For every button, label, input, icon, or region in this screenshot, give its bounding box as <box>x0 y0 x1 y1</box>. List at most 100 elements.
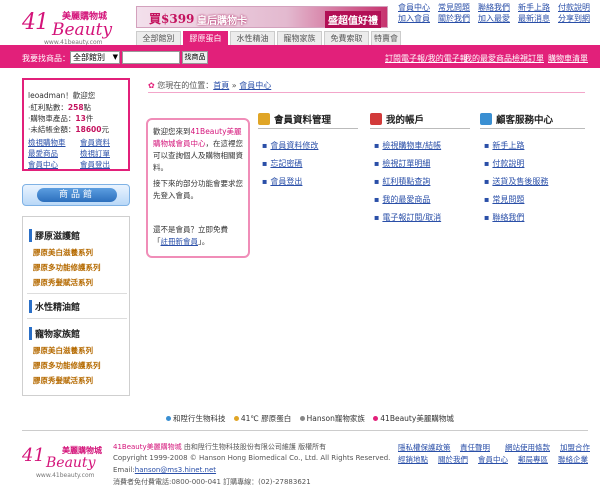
chevron-down-icon: ▼ <box>112 53 118 61</box>
logo-word: Beauty <box>52 20 113 40</box>
email-link[interactable]: hanson@ms3.hinet.net <box>135 466 216 474</box>
top-link-faq[interactable]: 常見問題 <box>438 2 470 13</box>
user-cart-count: ‧購物車產品：13件 <box>28 114 94 123</box>
tab-collagen[interactable]: 膠原蛋白 <box>183 31 228 45</box>
tab-oil[interactable]: 水性精油 <box>230 31 275 45</box>
brand-41c[interactable]: 41℃ 膠原蛋白 <box>241 414 291 423</box>
footer-link-company[interactable]: 聯絡企業 <box>558 454 588 465</box>
column-divider <box>258 128 358 129</box>
link-newsletter[interactable]: 電子報訂閱/取消 <box>374 212 441 223</box>
footer-link-terms[interactable]: 網站使用條款 <box>505 442 550 453</box>
link-edit-profile[interactable]: 會員資料修改 <box>262 140 318 151</box>
top-link-about[interactable]: 關於我們 <box>438 13 470 24</box>
top-link-join[interactable]: 加入會員 <box>398 13 430 24</box>
search-label: 我要找商品： <box>22 54 70 63</box>
breadcrumb-sep: » <box>229 81 240 90</box>
footer-link-about[interactable]: 關於我們 <box>438 454 468 465</box>
footer-copyright-cn: 41Beauty美麗購物城 由和陞行生物科技股份有限公司維護 版權所有 <box>113 443 327 451</box>
footer-link-member[interactable]: 會員中心 <box>478 454 508 465</box>
link-beginner[interactable]: 新手上路 <box>484 140 524 151</box>
brand-41beauty[interactable]: 41Beauty美麗購物城 <box>380 414 454 423</box>
column-head-member: 會員資料管理 <box>258 112 331 128</box>
register-link[interactable]: 註冊新會員 <box>161 237 199 246</box>
user-info-box: leoadman！歡迎您 ‧紅利點數：258點 ‧購物車產品：13件 ‧未結帳金… <box>22 78 130 171</box>
user-unpaid: ‧未結帳金額：18600元 <box>28 125 109 134</box>
banner-price: 買$399 <box>149 12 195 26</box>
category-item[interactable]: 膠原美白滋養系列 <box>33 247 93 258</box>
column-head-service: 顧客服務中心 <box>480 112 553 128</box>
user-link-member-center[interactable]: 會員中心 <box>28 159 58 170</box>
category-item[interactable]: 膠原秀髮賦活系列 <box>33 277 93 288</box>
breadcrumb-home[interactable]: 首頁 <box>213 81 229 90</box>
top-link-contact[interactable]: 聯絡我們 <box>478 2 510 13</box>
category-title[interactable]: 膠原滋護館 <box>29 229 80 242</box>
user-link-cart[interactable]: 檢視購物車 <box>28 137 66 148</box>
search-link-cart[interactable]: 購物車清單 <box>548 53 588 64</box>
category-divider <box>27 293 127 294</box>
goods-header-label: 商品館 <box>37 188 117 202</box>
category-select[interactable]: 全部館別 ▼ <box>70 51 120 64</box>
category-item[interactable]: 膠原美白滋養系列 <box>33 345 93 356</box>
link-order-detail[interactable]: 檢視訂單明細 <box>374 158 430 169</box>
breadcrumb: ✿ 您現在的位置：首頁 » 會員中心 <box>148 80 271 91</box>
flower-icon: ✿ <box>148 81 155 90</box>
link-forgot-password[interactable]: 忘記密碼 <box>262 158 302 169</box>
top-link-beginner[interactable]: 新手上路 <box>518 2 550 13</box>
top-link-news[interactable]: 最新消息 <box>518 13 550 24</box>
search-link-favorites[interactable]: 我的最愛商品 <box>464 53 512 64</box>
user-link-logout[interactable]: 會員登出 <box>80 159 110 170</box>
top-links: 會員中心 常見問題 聯絡我們 新手上路 付款說明 加入會員 關於我們 加入最愛 … <box>398 2 598 30</box>
promo-banner[interactable]: 買$399 皇后購物卡 盛超值好禮 <box>136 6 388 28</box>
link-payment[interactable]: 付款說明 <box>484 158 524 169</box>
link-faq[interactable]: 常見問題 <box>484 194 524 205</box>
column-divider <box>370 128 470 129</box>
search-input[interactable] <box>122 51 180 64</box>
category-title[interactable]: 寵物家族館 <box>29 327 80 340</box>
category-select-value: 全部館別 <box>73 53 105 62</box>
tab-sale[interactable]: 特賣會 <box>371 31 401 45</box>
footer-logo[interactable]: 41 美麗購物城 Beauty www.41beauty.com <box>22 443 122 483</box>
search-link-orders[interactable]: 檢視訂單 <box>512 53 544 64</box>
brand-pet[interactable]: Hanson寵物家族 <box>307 414 365 423</box>
dot-icon <box>166 416 171 421</box>
dot-icon <box>373 416 379 421</box>
top-link-member-center[interactable]: 會員中心 <box>398 2 430 13</box>
footer-link-dealers[interactable]: 經銷地點 <box>398 454 428 465</box>
top-link-add-favorite[interactable]: 加入最愛 <box>478 13 510 24</box>
logo-number: 41 <box>22 10 49 35</box>
welcome-box: 歡迎您來到41Beauty美麗購物城會員中心，在這裡您可以查詢個人及購物相關資料… <box>146 118 250 258</box>
top-link-payment[interactable]: 付款說明 <box>558 2 590 13</box>
link-logout[interactable]: 會員登出 <box>262 176 302 187</box>
breadcrumb-current[interactable]: 會員中心 <box>239 81 271 90</box>
tab-pet[interactable]: 寵物家族 <box>277 31 322 45</box>
category-list: 膠原滋護館 膠原美白滋養系列 膠原多功能修護系列 膠原秀髮賦活系列 水性精油館 … <box>22 216 130 396</box>
link-shipping[interactable]: 送貨及售後服務 <box>484 176 548 187</box>
search-link-newsletter[interactable]: 訂閱電子報/我的電子報 <box>385 53 468 64</box>
link-cart-checkout[interactable]: 檢視購物車/結帳 <box>374 140 441 151</box>
link-points-query[interactable]: 紅利積點查詢 <box>374 176 430 187</box>
footer-link-franchise[interactable]: 加盟合作 <box>560 442 590 453</box>
tab-all[interactable]: 全部館別 <box>136 31 181 45</box>
user-link-profile[interactable]: 會員資料 <box>80 137 110 148</box>
category-item[interactable]: 膠原多功能修護系列 <box>33 262 101 273</box>
link-favorites[interactable]: 我的最愛商品 <box>374 194 430 205</box>
top-link-share[interactable]: 分享到網 <box>558 13 590 24</box>
welcome-login-note: 接下來的部分功能會要求您先登入會員。 <box>153 179 243 200</box>
footer-link-privacy[interactable]: 隱私權保護政策 <box>398 442 451 453</box>
category-item[interactable]: 膠原秀髮賦活系列 <box>33 375 93 386</box>
category-title[interactable]: 水性精油館 <box>29 300 80 313</box>
search-button[interactable]: 找商品 <box>182 51 208 64</box>
site-logo[interactable]: 41 美麗購物城 Beauty www.41beauty.com <box>22 6 132 46</box>
footer-link-post[interactable]: 郵局專區 <box>518 454 548 465</box>
goods-header: 商品館 <box>22 184 130 206</box>
link-contact[interactable]: 聯絡我們 <box>484 212 524 223</box>
tab-free[interactable]: 免費索取 <box>324 31 369 45</box>
brand-strip: 和陞行生物科技 41℃ 膠原蛋白 Hanson寵物家族 41Beauty美麗購物… <box>160 413 454 425</box>
user-link-favorites[interactable]: 最愛商品 <box>28 148 58 159</box>
brand-hanson[interactable]: 和陞行生物科技 <box>173 414 226 423</box>
footer-link-disclaimer[interactable]: 責任聲明 <box>460 442 490 453</box>
banner-main-text: 皇后購物卡 <box>197 16 247 27</box>
footer-copyright-en: Copyright 1999-2008 © Hanson Hong Biomed… <box>113 454 391 462</box>
user-link-orders[interactable]: 檢視訂單 <box>80 148 110 159</box>
category-item[interactable]: 膠原多功能修護系列 <box>33 360 101 371</box>
